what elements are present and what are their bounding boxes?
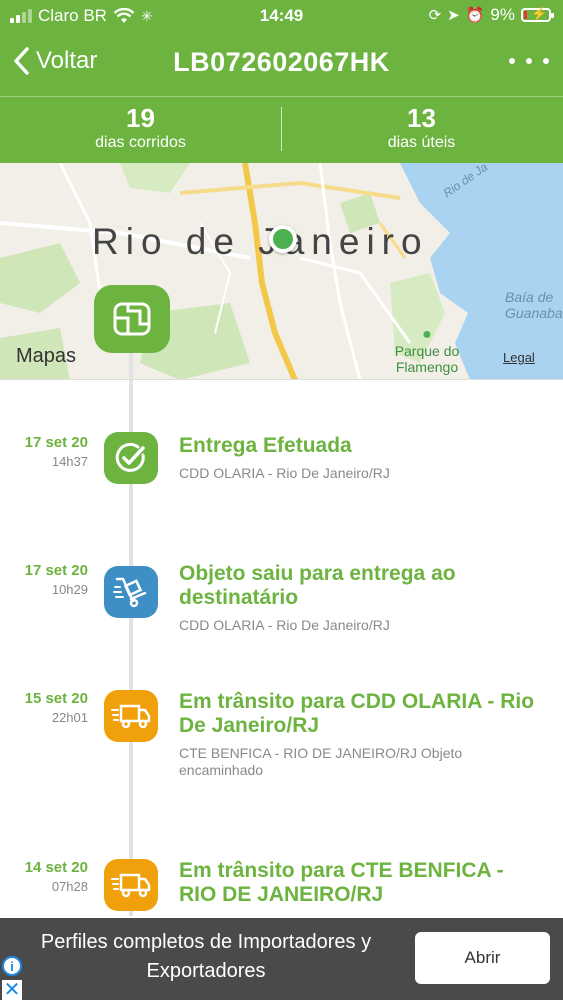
tracking-code-title: LB072602067HK bbox=[173, 47, 390, 77]
maps-brand-label: Mapas bbox=[16, 345, 77, 367]
event-title: Em trânsito para CTE BENFICA - RIO DE JA… bbox=[179, 859, 504, 906]
event-status-icon bbox=[104, 566, 158, 618]
dot-icon bbox=[526, 58, 532, 64]
event-status-icon bbox=[104, 432, 158, 484]
map-park-text: Parque do Flamengo bbox=[394, 343, 460, 375]
event-date: 17 set 20 bbox=[24, 562, 88, 579]
map-park-label: ● Parque do Flamengo bbox=[382, 326, 472, 376]
calendar-days: 19 dias corridos bbox=[0, 103, 281, 153]
event-time: 10h29 bbox=[51, 582, 88, 597]
event-title: Em trânsito para CDD OLARIA - Rio De Jan… bbox=[179, 690, 535, 737]
alarm-icon: ⏰ bbox=[465, 7, 485, 24]
maps-logo: Mapas bbox=[14, 345, 76, 368]
event-location: CDD OLARIA - Rio De Janeiro/RJ bbox=[179, 617, 390, 633]
ad-banner[interactable]: Perfiles completos de Importadores y Exp… bbox=[0, 918, 563, 1000]
location-arrow-icon: ➤ bbox=[447, 7, 460, 24]
ad-text: Perfiles completos de Importadores y Exp… bbox=[40, 931, 372, 982]
event-date: 17 set 20 bbox=[24, 434, 88, 451]
calendar-days-label: dias corridos bbox=[95, 134, 186, 151]
nav-bar: Voltar LB072602067HK bbox=[0, 36, 563, 94]
status-bar: Claro BR ✳ 14:49 ⟳ ➤ ⏰ 9% ⚡ bbox=[0, 0, 563, 34]
map-location-pin[interactable] bbox=[269, 225, 297, 253]
battery-icon: ⚡ bbox=[521, 6, 554, 22]
app-header: Claro BR ✳ 14:49 ⟳ ➤ ⏰ 9% ⚡ Voltar LB072… bbox=[0, 0, 563, 163]
event-time: 22h01 bbox=[51, 710, 88, 725]
origin-post-icon bbox=[94, 285, 170, 353]
event-time: 14h37 bbox=[51, 454, 88, 469]
business-days-label: dias úteis bbox=[387, 134, 456, 151]
dot-icon bbox=[543, 58, 549, 64]
event-status-icon bbox=[104, 859, 158, 911]
battery-percent: 9% bbox=[490, 5, 515, 24]
event-time: 07h28 bbox=[51, 879, 88, 894]
event-title: Objeto saiu para entrega ao destinatário bbox=[179, 562, 456, 609]
event-date: 15 set 20 bbox=[24, 690, 88, 707]
event-status-icon bbox=[104, 690, 158, 742]
map-background bbox=[0, 163, 563, 379]
event-location: CDD OLARIA - Rio De Janeiro/RJ bbox=[179, 465, 390, 481]
truck-icon bbox=[111, 873, 151, 898]
map-city-label: Rio de Janeiro bbox=[92, 221, 429, 262]
ad-info-icon[interactable]: i bbox=[2, 956, 22, 976]
map-view[interactable]: Rio de Ja Rio de Janeiro ● Parque do Fla… bbox=[0, 163, 563, 380]
event-title: Entrega Efetuada bbox=[179, 434, 352, 457]
map-legal-link[interactable]: Legal bbox=[503, 350, 535, 365]
timeline-line bbox=[129, 336, 133, 916]
more-options-button[interactable] bbox=[509, 58, 549, 64]
screen-lock-icon: ⟳ bbox=[428, 7, 442, 24]
event-location: CTE BENFICA - RIO DE JANEIRO/RJ Objeto e… bbox=[179, 745, 463, 778]
business-days: 13 dias úteis bbox=[281, 103, 562, 153]
package-icon bbox=[113, 302, 151, 336]
calendar-days-count: 19 bbox=[126, 103, 155, 133]
business-days-count: 13 bbox=[407, 103, 436, 133]
ad-open-button[interactable]: Abrir bbox=[415, 932, 550, 984]
ad-close-icon[interactable]: ✕ bbox=[2, 980, 22, 1000]
days-summary: 19 dias corridos 13 dias úteis bbox=[0, 96, 563, 163]
map-bay-label: Baía de Guanabara bbox=[505, 289, 563, 321]
event-date: 14 set 20 bbox=[24, 859, 88, 876]
truck-icon bbox=[111, 704, 151, 729]
dot-icon bbox=[509, 58, 515, 64]
status-right: ⟳ ➤ ⏰ 9% ⚡ bbox=[428, 5, 554, 25]
tree-icon: ● bbox=[422, 326, 432, 343]
hand-truck-icon bbox=[113, 577, 147, 608]
check-icon bbox=[115, 442, 145, 472]
